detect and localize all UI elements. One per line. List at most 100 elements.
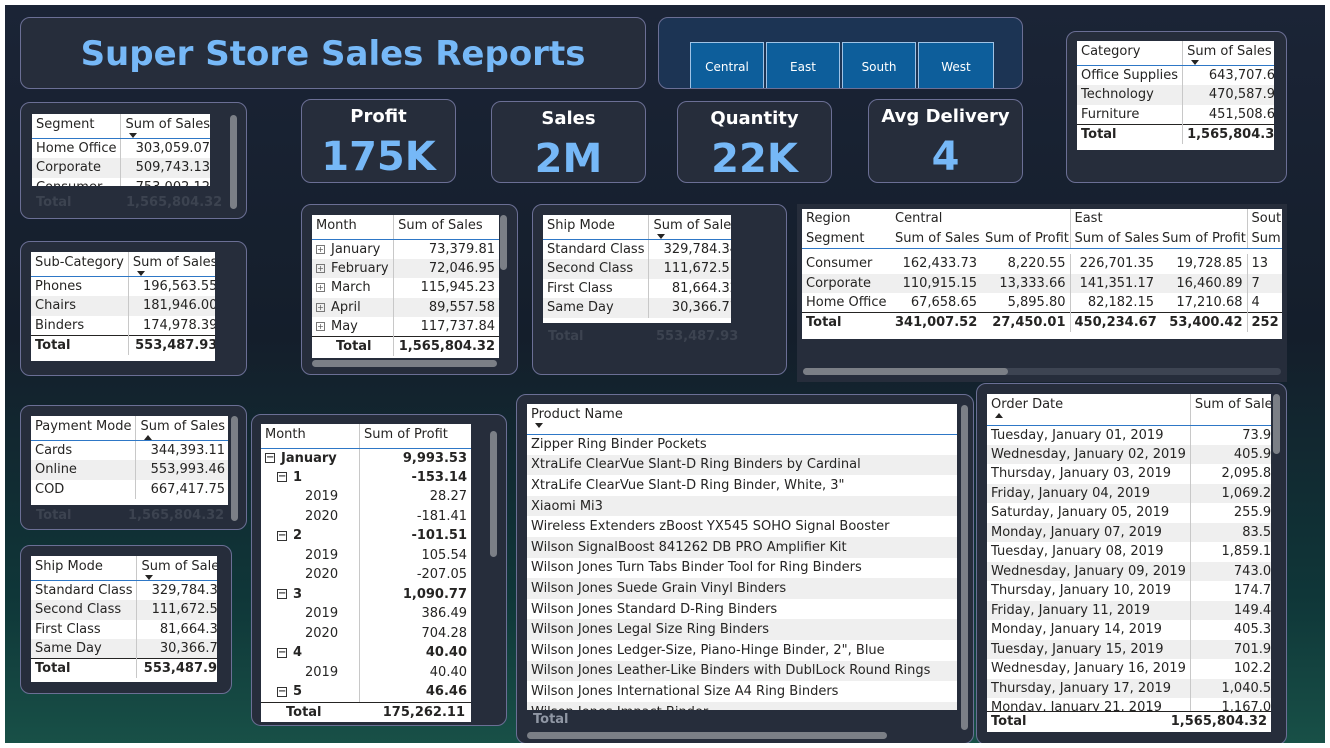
table-row[interactable]: −4 40.40: [261, 643, 471, 663]
col-header[interactable]: Month: [261, 424, 360, 449]
slicer-button-west[interactable]: West: [918, 42, 994, 88]
col-header[interactable]: Category: [1077, 41, 1183, 66]
table-row[interactable]: 2019 40.40: [261, 662, 471, 682]
col-header[interactable]: Sub-Category: [31, 252, 129, 277]
col-header[interactable]: Sum of Sales: [127, 252, 215, 277]
collapse-icon[interactable]: −: [277, 686, 287, 697]
month-profit-table[interactable]: Month Sum of Profit − January 9,993.53−1 -15…: [261, 424, 471, 722]
expand-icon[interactable]: +: [316, 302, 325, 312]
table-row[interactable]: Friday, January 11, 2019 149.44: [987, 600, 1271, 620]
table-row[interactable]: 2020 -181.41: [261, 506, 471, 526]
table-row[interactable]: 2019 28.27: [261, 487, 471, 507]
measure-header[interactable]: Sum of Sales: [1069, 228, 1159, 249]
order-date-table[interactable]: Order Date Sum of Sales Tuesday, January …: [987, 394, 1271, 732]
table-row[interactable]: + February 72,046.95: [312, 258, 499, 278]
measure-header[interactable]: Sum: [1246, 228, 1282, 249]
list-item[interactable]: Wilson Jones Impact Binder: [527, 701, 957, 710]
col-header[interactable]: Sum of Sales: [1189, 394, 1271, 426]
vertical-scrollbar[interactable]: [231, 416, 238, 521]
col-header[interactable]: Ship Mode: [31, 556, 137, 581]
horizontal-scrollbar[interactable]: [527, 732, 887, 739]
measure-header[interactable]: Sum of Sales: [891, 228, 981, 249]
table-row[interactable]: Thursday, January 10, 2019 174.75: [987, 581, 1271, 601]
col-header[interactable]: Payment Mode: [31, 416, 136, 441]
table-row[interactable]: Tuesday, January 15, 2019 701.92: [987, 639, 1271, 659]
table-row[interactable]: + April 89,557.58: [312, 297, 499, 317]
table-row[interactable]: Thursday, January 03, 2019 2,095.83: [987, 464, 1271, 484]
list-item[interactable]: Wilson Jones Leather-Like Binders with D…: [527, 660, 957, 682]
table-row[interactable]: − January 9,993.53: [261, 448, 471, 468]
list-item[interactable]: Wilson Jones Turn Tabs Binder Tool for R…: [527, 558, 957, 579]
list-item[interactable]: XtraLife ClearVue Slant-D Ring Binder, W…: [527, 475, 957, 496]
subcategory-table[interactable]: Sub-Category Sum of Sales Phones 196,563.5…: [31, 252, 215, 361]
horizontal-scrollbar[interactable]: [312, 360, 497, 367]
table-row[interactable]: −2 -101.51: [261, 526, 471, 546]
table-row[interactable]: Monday, January 07, 2019 83.58: [987, 522, 1271, 542]
table-row[interactable]: Saturday, January 05, 2019 255.90: [987, 503, 1271, 523]
table-row[interactable]: + May 117,737.84: [312, 317, 499, 337]
col-header[interactable]: Order Date: [987, 394, 1191, 426]
expand-icon[interactable]: +: [316, 244, 325, 254]
table-row[interactable]: + January 73,379.81: [312, 239, 499, 259]
list-item[interactable]: Wilson Jones Ledger-Size, Piano-Hinge Bi…: [527, 640, 957, 661]
region-matrix[interactable]: Region Central East Sout Segment Sum of Sale…: [802, 209, 1282, 339]
collapse-icon[interactable]: −: [277, 589, 287, 600]
expand-icon[interactable]: +: [316, 322, 325, 331]
col-header[interactable]: Sum of Sales: [135, 416, 228, 441]
vertical-scrollbar[interactable]: [230, 115, 237, 209]
category-table[interactable]: Category Sum of Sales Office Supplies 643,…: [1077, 41, 1274, 150]
list-item[interactable]: Wilson Jones International Size A4 Ring …: [527, 681, 957, 702]
vertical-scrollbar[interactable]: [1273, 394, 1280, 454]
col-header[interactable]: Sum of Sales: [136, 556, 217, 581]
segment-table[interactable]: Segment Sum of Sales Home Office 303,059.0…: [32, 114, 210, 186]
table-row[interactable]: Tuesday, January 01, 2019 73.94: [987, 425, 1271, 445]
table-row[interactable]: Thursday, January 17, 2019 1,040.55: [987, 678, 1271, 698]
table-row[interactable]: Wednesday, January 09, 2019743.05: [987, 561, 1271, 581]
table-row[interactable]: Tuesday, January 08, 2019 1,859.16: [987, 542, 1271, 562]
list-item[interactable]: Wilson SignalBoost 841262 DB PRO Amplifi…: [527, 536, 957, 558]
vertical-scrollbar[interactable]: [961, 405, 968, 730]
list-item[interactable]: Zipper Ring Binder Pockets: [527, 434, 957, 455]
col-header[interactable]: Sum of Profit: [359, 424, 471, 449]
expand-icon[interactable]: +: [316, 283, 325, 293]
collapse-icon[interactable]: −: [265, 453, 275, 463]
col-header[interactable]: Ship Mode: [543, 215, 649, 240]
expand-icon[interactable]: +: [316, 263, 325, 273]
col-header[interactable]: Product Name: [527, 404, 957, 435]
slicer-button-east[interactable]: East: [766, 42, 840, 88]
measure-header[interactable]: Sum of Profit: [981, 228, 1070, 249]
collapse-icon[interactable]: −: [277, 530, 287, 541]
table-row[interactable]: + March 115,945.23: [312, 278, 499, 298]
table-row[interactable]: 2020 -207.05: [261, 565, 471, 585]
table-row[interactable]: −5 46.46: [261, 682, 471, 702]
table-row[interactable]: Friday, January 04, 2019 1,069.22: [987, 483, 1271, 503]
table-row[interactable]: 2019 105.54: [261, 545, 471, 565]
region-header[interactable]: Central: [891, 209, 1070, 229]
list-item[interactable]: Xiaomi Mi3: [527, 495, 957, 517]
table-row[interactable]: Wednesday, January 16, 2019102.22: [987, 659, 1271, 679]
col-header[interactable]: Segment: [32, 114, 121, 139]
collapse-icon[interactable]: −: [277, 472, 287, 483]
horizontal-scrollbar[interactable]: [803, 368, 1008, 375]
table-row[interactable]: 2020 704.28: [261, 623, 471, 643]
list-item[interactable]: Wilson Jones Standard D-Ring Binders: [527, 599, 957, 620]
shipmode-bottom-table[interactable]: Ship ModeSum of Sales Standard Class329,…: [31, 556, 217, 682]
list-item[interactable]: Wilson Jones Legal Size Ring Binders: [527, 619, 957, 640]
slicer-button-south[interactable]: South: [842, 42, 916, 88]
vertical-scrollbar[interactable]: [490, 431, 497, 557]
list-item[interactable]: Wilson Jones Suede Grain Vinyl Binders: [527, 578, 957, 599]
slicer-button-central[interactable]: Central: [690, 42, 764, 88]
list-item[interactable]: XtraLife ClearVue Slant-D Ring Binders b…: [527, 454, 957, 476]
vertical-scrollbar[interactable]: [500, 215, 507, 270]
region-header[interactable]: East: [1069, 209, 1247, 229]
shipmode-top-table[interactable]: Ship Mode Sum of Sales Standard Class 329,…: [543, 215, 731, 323]
payment-table[interactable]: Payment Mode Sum of Sales Cards 344,393.11…: [31, 416, 228, 505]
col-header[interactable]: Sum of Sales: [1182, 41, 1274, 66]
col-header[interactable]: Sum of Sales: [393, 215, 499, 240]
list-item[interactable]: Wireless Extenders zBoost YX545 SOHO Sig…: [527, 516, 957, 537]
region-header[interactable]: Sout: [1246, 209, 1282, 229]
table-row[interactable]: −1 -153.14: [261, 467, 471, 487]
col-header[interactable]: Sum of Sales: [648, 215, 731, 240]
col-header[interactable]: Sum of Sales: [120, 114, 210, 139]
table-row[interactable]: Wednesday, January 02, 2019405.92: [987, 444, 1271, 464]
